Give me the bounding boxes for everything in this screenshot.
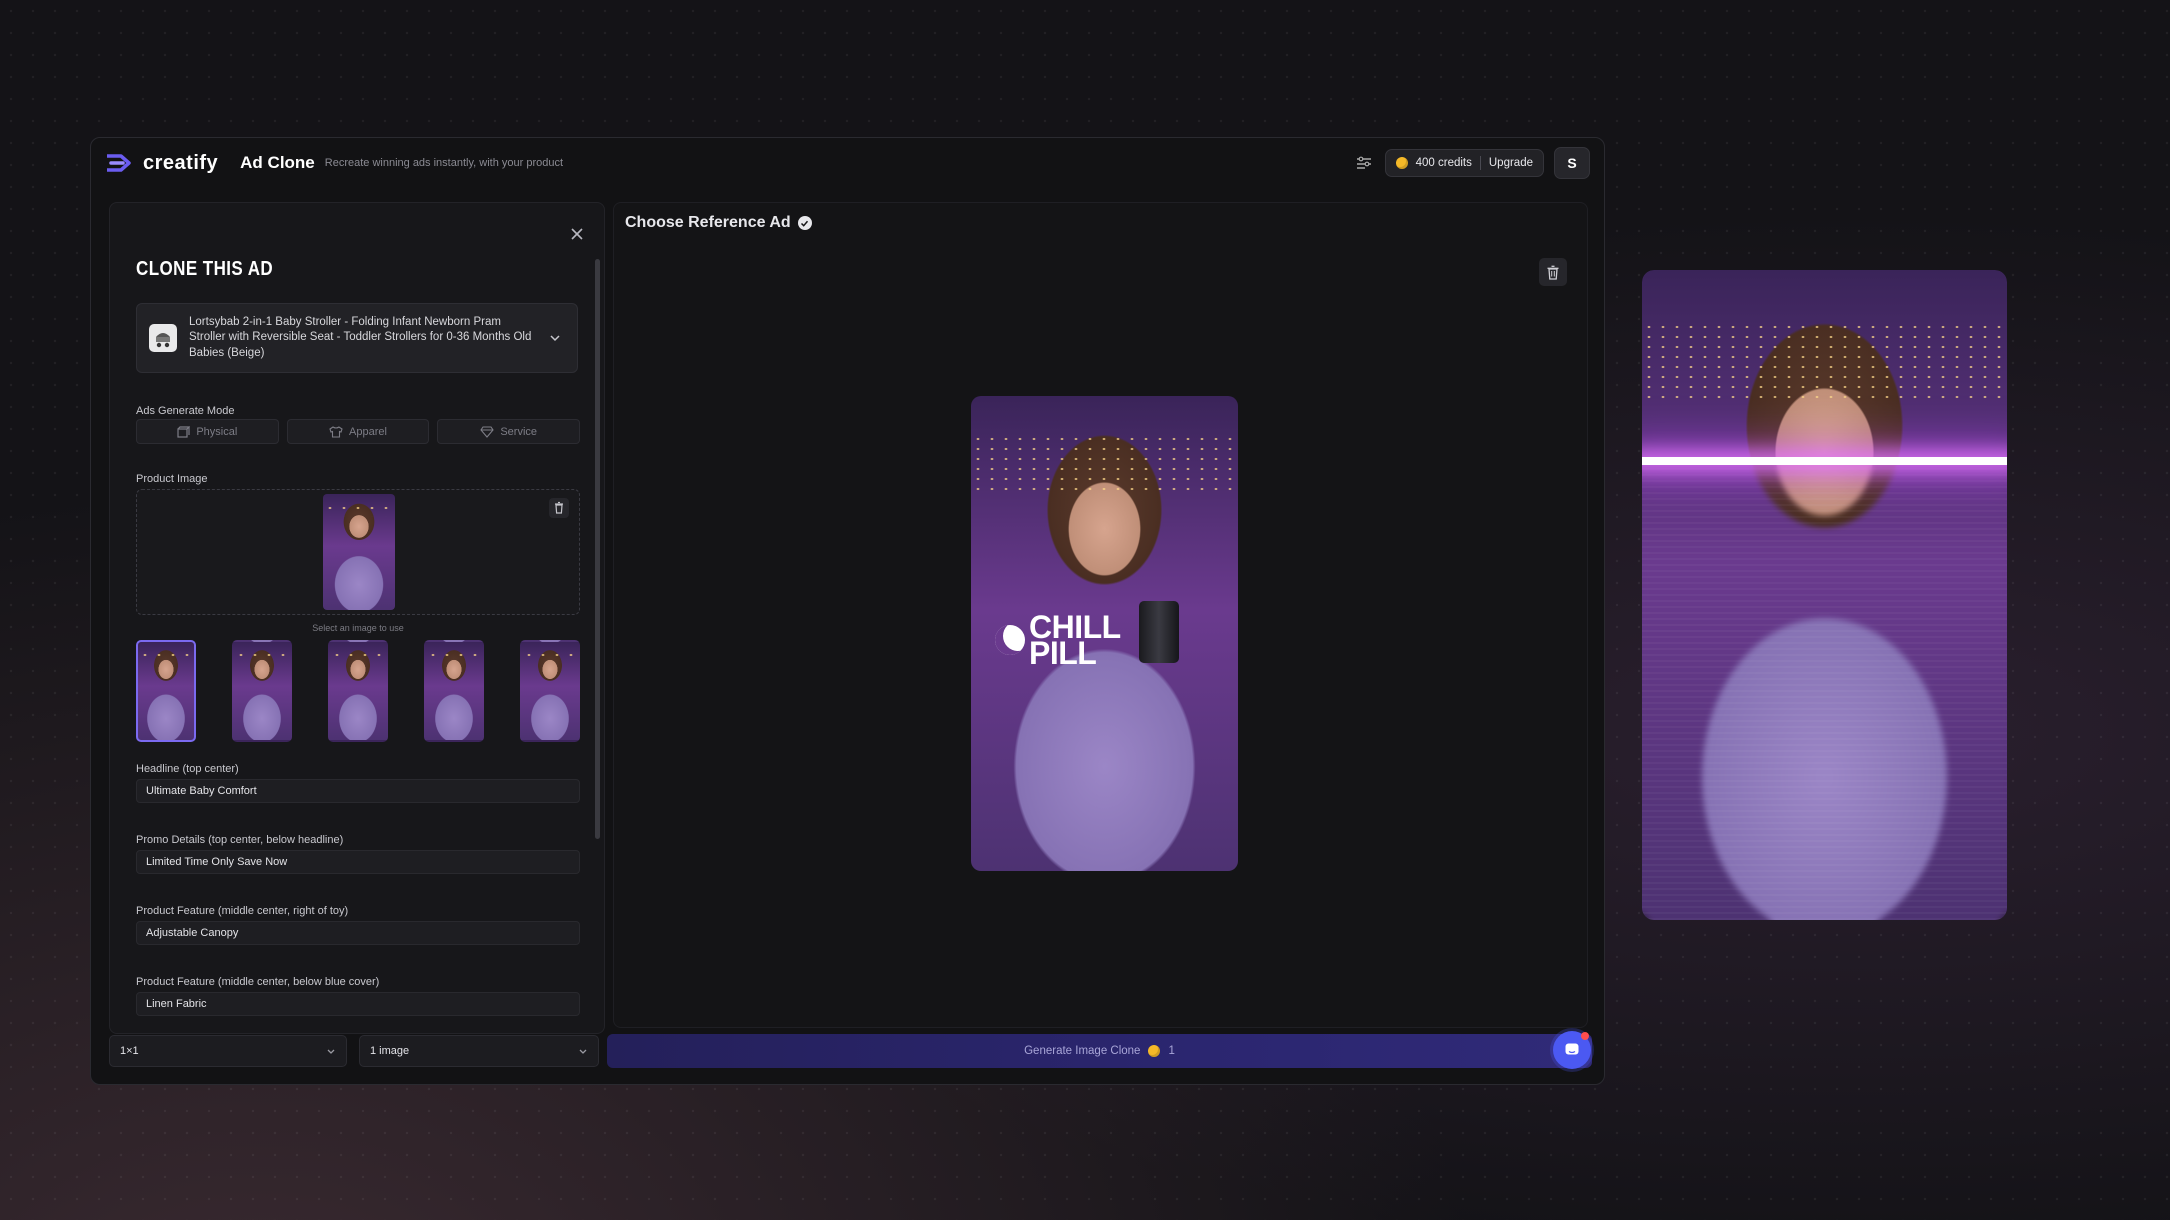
user-avatar[interactable]: S — [1554, 147, 1590, 179]
product-dropdown[interactable]: Lortsybab 2-in-1 Baby Stroller - Folding… — [136, 303, 578, 373]
scan-overlay — [1642, 465, 2007, 920]
mode-apparel-button[interactable]: Apparel — [286, 419, 430, 444]
reference-title-text: Choose Reference Ad — [625, 214, 791, 231]
product-feature-label-1: Product Feature (middle center, right of… — [136, 905, 349, 917]
page-subtitle: Recreate winning ads instantly, with you… — [324, 157, 564, 169]
close-icon[interactable] — [568, 225, 586, 243]
select-image-hint: Select an image to use — [312, 623, 404, 633]
product-image-label: Product Image — [136, 473, 208, 485]
headline-label: Headline (top center) — [136, 763, 239, 775]
mode-physical-button[interactable]: Physical — [136, 419, 279, 444]
coin-icon — [1395, 157, 1408, 169]
reference-panel: Choose Reference Ad CHILL PILL — [613, 202, 1588, 1028]
brand-text-line-2: PILL — [1029, 635, 1097, 671]
generated-preview-image — [1642, 270, 2007, 920]
product-thumbnail — [149, 324, 177, 352]
delete-reference-button[interactable] — [1539, 258, 1567, 286]
image-thumbnail[interactable] — [328, 640, 388, 742]
logo-text: creatify — [143, 151, 219, 174]
chat-support-button[interactable] — [1553, 1031, 1591, 1069]
chevron-down-icon — [550, 335, 560, 342]
credits-pill[interactable]: 400 credits Upgrade — [1384, 149, 1544, 177]
creatify-logo-icon — [107, 154, 131, 172]
promo-details-label: Promo Details (top center, below headlin… — [136, 834, 344, 846]
brand-logo-overlay: CHILL PILL — [995, 611, 1121, 671]
panel-scrollbar[interactable] — [595, 259, 600, 839]
product-feature-input-1[interactable]: Adjustable Canopy — [136, 921, 580, 945]
upgrade-link[interactable]: Upgrade — [1489, 157, 1533, 169]
generate-label: Generate Image Clone — [1024, 1045, 1141, 1057]
box-icon — [177, 425, 191, 438]
credits-count: 400 credits — [1415, 157, 1472, 169]
shirt-icon — [329, 425, 343, 438]
scan-line — [1642, 457, 2007, 465]
stroller-icon — [156, 333, 170, 348]
verified-check-icon — [797, 216, 812, 230]
moon-icon — [995, 625, 1025, 655]
mode-service-button[interactable]: Service — [437, 419, 581, 444]
chevron-down-icon — [327, 1049, 335, 1054]
diamond-icon — [480, 425, 495, 438]
chevron-down-icon — [579, 1049, 587, 1054]
promo-details-input[interactable]: Limited Time Only Save Now — [136, 850, 580, 874]
trash-icon[interactable] — [549, 498, 569, 518]
aspect-ratio-value: 1×1 — [120, 1045, 139, 1057]
app-window: creatify Ad Clone Recreate winning ads i… — [90, 137, 1605, 1085]
mode-physical-label: Physical — [196, 425, 238, 438]
product-image-preview — [323, 494, 395, 610]
image-count-select[interactable]: 1 image — [359, 1035, 599, 1067]
divider — [1479, 156, 1481, 170]
logo[interactable]: creatify — [105, 152, 218, 175]
mode-label: Ads Generate Mode — [136, 405, 235, 417]
aspect-ratio-select[interactable]: 1×1 — [109, 1035, 347, 1067]
settings-sliders-icon[interactable] — [1353, 152, 1375, 174]
image-thumbnail[interactable] — [232, 640, 292, 742]
product-name: Lortsybab 2-in-1 Baby Stroller - Folding… — [189, 315, 532, 359]
mode-apparel-label: Apparel — [349, 425, 387, 438]
product-image-dropzone[interactable] — [136, 489, 580, 615]
image-thumbnail-list — [136, 640, 580, 742]
image-thumbnail[interactable] — [520, 640, 580, 742]
clone-panel: CLONE THIS AD Lortsybab 2-in-1 Baby Stro… — [109, 202, 605, 1034]
image-count-value: 1 image — [370, 1045, 410, 1057]
reference-title: Choose Reference Ad — [625, 214, 812, 232]
chat-icon — [1565, 1043, 1579, 1055]
product-feature-label-2: Product Feature (middle center, below bl… — [136, 976, 380, 988]
product-feature-input-2[interactable]: Linen Fabric — [136, 992, 580, 1016]
panel-title: CLONE THIS AD — [136, 258, 274, 280]
image-thumbnail-selected[interactable] — [136, 640, 196, 742]
trash-icon — [1547, 265, 1559, 280]
page-title: Ad Clone — [240, 153, 315, 172]
headline-input[interactable]: Ultimate Baby Comfort — [136, 779, 580, 803]
generate-cost: 1 — [1168, 1045, 1175, 1057]
mode-selector: Physical Apparel Service — [136, 419, 581, 444]
image-thumbnail[interactable] — [424, 640, 484, 742]
reference-ad-image[interactable]: CHILL PILL — [971, 396, 1238, 871]
coin-icon — [1148, 1045, 1161, 1057]
mode-service-label: Service — [500, 425, 538, 438]
product-can-graphic — [1139, 601, 1179, 663]
notification-dot — [1581, 1032, 1589, 1040]
generate-image-clone-button[interactable]: Generate Image Clone 1 — [607, 1034, 1592, 1068]
top-bar: creatify Ad Clone Recreate winning ads i… — [91, 138, 1604, 188]
